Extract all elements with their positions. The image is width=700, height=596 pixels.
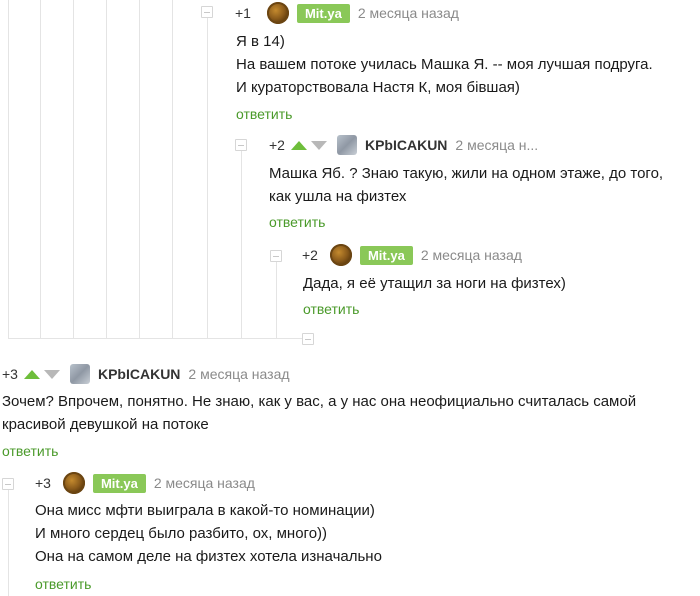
comment-text: Она мисс мфти выиграла в какой-то номина… xyxy=(35,499,382,568)
author-badge[interactable]: Mit.ya xyxy=(296,3,350,23)
avatar[interactable] xyxy=(266,2,289,24)
comment-line: Зочем? Впрочем, понятно. Не знаю, как у … xyxy=(2,393,637,410)
comment-time[interactable]: 2 месяца н... xyxy=(455,137,538,153)
author-badge[interactable]: Mit.ya xyxy=(92,473,146,493)
author-name[interactable]: KPbICAKUN xyxy=(365,137,447,153)
thread-line xyxy=(207,18,208,338)
avatar[interactable] xyxy=(62,472,85,494)
comment-text: Зочем? Впрочем, понятно. Не знаю, как у … xyxy=(2,390,636,436)
vote-up-icon[interactable] xyxy=(23,369,40,379)
thread-line xyxy=(241,151,242,338)
comment-header: +2 KPbICAKUN 2 месяца н... xyxy=(269,133,538,157)
comment-line: Я в 14) xyxy=(236,33,285,50)
reply-link[interactable]: ответить xyxy=(35,576,91,592)
collapse-icon[interactable] xyxy=(2,478,14,490)
comment-rating: +1 xyxy=(235,5,251,21)
thread-line xyxy=(73,0,74,338)
reply-link[interactable]: ответить xyxy=(269,214,325,230)
reply-link[interactable]: ответить xyxy=(236,106,292,122)
comment-time[interactable]: 2 месяца назад xyxy=(188,366,289,382)
comment-time[interactable]: 2 месяца назад xyxy=(358,5,459,21)
comment-text: Я в 14) На вашем потоке училась Машка Я.… xyxy=(236,30,653,99)
thread-line xyxy=(40,0,41,338)
author-badge[interactable]: Mit.ya xyxy=(359,245,413,265)
vote-down-icon[interactable] xyxy=(310,140,327,150)
comment-line: Дада, я её утащил за ноги на физтех) xyxy=(303,275,566,292)
thread-line xyxy=(8,0,9,338)
comment-line: И кураторствовала Настя К, моя бівшая) xyxy=(236,79,520,96)
comment-line: На вашем потоке училась Машка Я. -- моя … xyxy=(236,56,653,73)
thread-line xyxy=(139,0,140,338)
thread-line xyxy=(8,490,9,596)
collapse-icon[interactable] xyxy=(235,139,247,151)
collapse-icon[interactable] xyxy=(270,250,282,262)
comment-rating: +2 xyxy=(302,247,318,263)
comment-rating: +3 xyxy=(35,475,51,491)
vote-up-icon[interactable] xyxy=(290,140,307,150)
collapse-icon[interactable] xyxy=(302,333,314,345)
thread-line xyxy=(276,262,277,338)
comment-time[interactable]: 2 месяца назад xyxy=(421,247,522,263)
comment-header: +2 Mit.ya 2 месяца назад xyxy=(302,243,522,267)
avatar[interactable] xyxy=(69,364,90,384)
reply-link[interactable]: ответить xyxy=(303,301,359,317)
comment-line: Она мисс мфти выиграла в какой-то номина… xyxy=(35,502,375,519)
comment-rating: +2 xyxy=(269,137,285,153)
comment-rating: +3 xyxy=(2,366,18,382)
comment-time[interactable]: 2 месяца назад xyxy=(154,475,255,491)
avatar[interactable] xyxy=(336,135,357,155)
comment-header: +1 Mit.ya 2 месяца назад xyxy=(235,1,459,25)
comment-text: Дада, я её утащил за ноги на физтех) xyxy=(303,272,566,295)
avatar[interactable] xyxy=(329,244,352,266)
reply-link[interactable]: ответить xyxy=(2,443,58,459)
comment-line: Машка Яб. ? Знаю такую, жили на одном эт… xyxy=(269,165,664,182)
comment-line: Она на самом деле на физтех хотела изнач… xyxy=(35,548,382,565)
collapse-icon[interactable] xyxy=(201,6,213,18)
comment-text: Машка Яб. ? Знаю такую, жили на одном эт… xyxy=(269,162,663,208)
author-name[interactable]: KPbICAKUN xyxy=(98,366,180,382)
comment-line: И много сердец было разбито, ох, много)) xyxy=(35,525,328,542)
thread-line xyxy=(172,0,173,338)
comment-line: красивой девушкой на потоке xyxy=(2,416,209,433)
comment-line: как ушла на физтех xyxy=(269,188,407,205)
thread-line xyxy=(106,0,107,338)
vote-down-icon[interactable] xyxy=(43,369,60,379)
comment-header: +3 KPbICAKUN 2 месяца назад xyxy=(2,362,290,386)
comment-header: +3 Mit.ya 2 месяца назад xyxy=(35,471,255,495)
thread-line-bottom xyxy=(8,338,302,339)
